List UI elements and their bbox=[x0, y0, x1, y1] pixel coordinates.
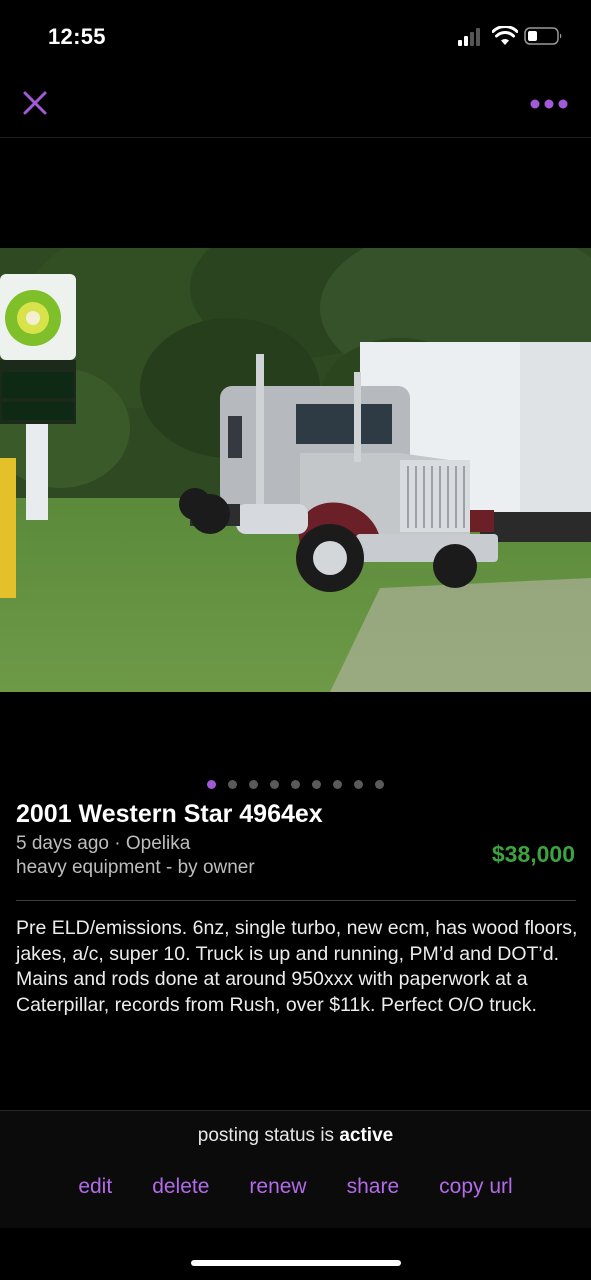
category-info: heavy equipment - by owner bbox=[16, 857, 255, 878]
pager-dot[interactable] bbox=[375, 780, 384, 789]
status-bar: 12:55 bbox=[0, 0, 591, 76]
listing-meta: 5 days ago · Opelika heavy equipment - b… bbox=[16, 832, 255, 880]
top-nav bbox=[0, 76, 591, 138]
footer-actions: posting status is active edit delete ren… bbox=[0, 1110, 591, 1228]
delete-button[interactable]: delete bbox=[152, 1175, 209, 1199]
pager-dot[interactable] bbox=[312, 780, 321, 789]
divider bbox=[16, 900, 576, 901]
cellular-signal-icon bbox=[458, 28, 484, 46]
copy-url-button[interactable]: copy url bbox=[439, 1175, 513, 1199]
renew-button[interactable]: renew bbox=[249, 1175, 306, 1199]
share-button[interactable]: share bbox=[347, 1175, 400, 1199]
posting-status: posting status is active bbox=[0, 1125, 591, 1147]
close-icon[interactable] bbox=[20, 88, 50, 118]
pager-dot[interactable] bbox=[354, 780, 363, 789]
wifi-icon bbox=[491, 25, 519, 46]
battery-icon bbox=[524, 26, 564, 46]
pager-dot[interactable] bbox=[333, 780, 342, 789]
photo-pager[interactable] bbox=[0, 780, 591, 792]
listing-price: $38,000 bbox=[491, 841, 575, 867]
status-time: 12:55 bbox=[48, 24, 106, 49]
edit-button[interactable]: edit bbox=[78, 1175, 112, 1199]
posting-status-value: active bbox=[339, 1125, 394, 1146]
listing-title: 2001 Western Star 4964ex bbox=[16, 800, 323, 828]
posted-info: 5 days ago · Opelika bbox=[16, 833, 191, 854]
home-indicator[interactable] bbox=[191, 1260, 401, 1266]
truck-photo[interactable] bbox=[0, 248, 591, 692]
pager-dot[interactable] bbox=[228, 780, 237, 789]
action-links: edit delete renew share copy url bbox=[0, 1175, 591, 1199]
pager-dot[interactable] bbox=[207, 780, 216, 789]
listing-description: Pre ELD/emissions. 6nz, single turbo, ne… bbox=[16, 917, 578, 1016]
more-dots-icon[interactable] bbox=[526, 94, 572, 114]
pager-dot[interactable] bbox=[291, 780, 300, 789]
posting-status-prefix: posting status is bbox=[197, 1125, 335, 1146]
pager-dot[interactable] bbox=[270, 780, 279, 789]
pager-dot[interactable] bbox=[249, 780, 258, 789]
